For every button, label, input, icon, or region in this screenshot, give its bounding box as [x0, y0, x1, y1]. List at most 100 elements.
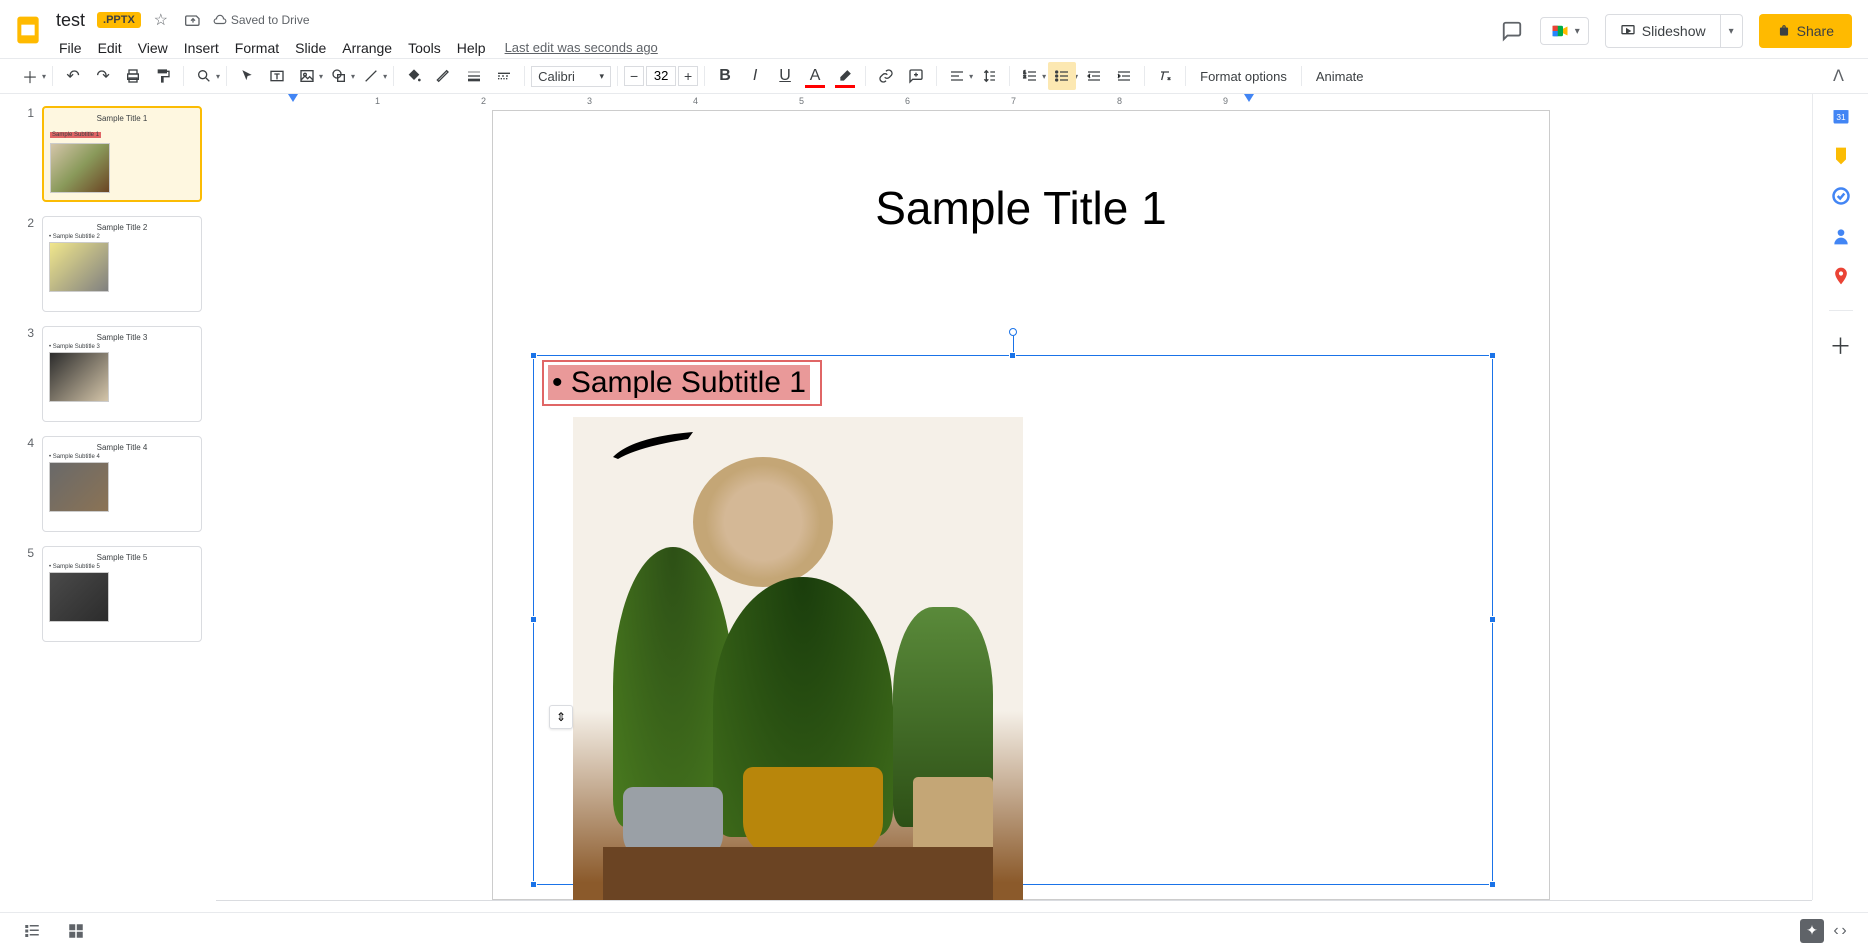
- thumb-preview[interactable]: Sample Title 3 • Sample Subtitle 3: [42, 326, 202, 422]
- clear-formatting-button[interactable]: [1151, 62, 1179, 90]
- bulleted-list-button[interactable]: [1048, 62, 1076, 90]
- share-button[interactable]: Share: [1759, 14, 1852, 48]
- keep-icon[interactable]: [1831, 146, 1851, 166]
- bold-button[interactable]: B: [711, 62, 739, 90]
- save-status[interactable]: Saved to Drive: [213, 13, 310, 27]
- thumb-preview[interactable]: Sample Title 1 Sample Subtitle 1: [42, 106, 202, 202]
- resize-handle-tl[interactable]: [530, 352, 537, 359]
- explore-button[interactable]: ✦: [1800, 919, 1824, 943]
- slide-image[interactable]: [573, 417, 1023, 900]
- format-options-button[interactable]: Format options: [1192, 69, 1295, 84]
- resize-handle-ml[interactable]: [530, 616, 537, 623]
- border-color-button[interactable]: [430, 62, 458, 90]
- border-weight-button[interactable]: [460, 62, 488, 90]
- insert-link-button[interactable]: [872, 62, 900, 90]
- slideshow-button[interactable]: Slideshow: [1605, 14, 1721, 48]
- increase-indent-button[interactable]: [1110, 62, 1138, 90]
- menu-format[interactable]: Format: [228, 36, 286, 60]
- slide-thumb-3[interactable]: 3 Sample Title 3 • Sample Subtitle 3: [24, 326, 208, 422]
- thumb-preview[interactable]: Sample Title 5 • Sample Subtitle 5: [42, 546, 202, 642]
- tasks-icon[interactable]: [1831, 186, 1851, 206]
- text-color-button[interactable]: A: [801, 62, 829, 90]
- slide-canvas[interactable]: Sample Title 1 • Sample Subtitle 1: [492, 110, 1550, 900]
- font-family-select[interactable]: Calibri▾: [531, 66, 611, 87]
- zoom-button[interactable]: [190, 62, 218, 90]
- thumb-title: Sample Title 1: [50, 114, 194, 123]
- numbered-list-button[interactable]: 12: [1016, 62, 1044, 90]
- calendar-icon[interactable]: 31: [1831, 106, 1851, 126]
- shape-tool[interactable]: [325, 62, 353, 90]
- decrease-indent-button[interactable]: [1080, 62, 1108, 90]
- menu-file[interactable]: File: [52, 36, 89, 60]
- resize-handle-tr[interactable]: [1489, 352, 1496, 359]
- fill-color-button[interactable]: [400, 62, 428, 90]
- border-dash-button[interactable]: [490, 62, 518, 90]
- canvas-area[interactable]: 1 2 3 4 5 6 7 8 9 Sample Title 1: [216, 94, 1812, 900]
- resize-handle-br[interactable]: [1489, 881, 1496, 888]
- last-edit-link[interactable]: Last edit was seconds ago: [505, 36, 658, 60]
- slide-thumb-4[interactable]: 4 Sample Title 4 • Sample Subtitle 4: [24, 436, 208, 532]
- collapse-toolbar-button[interactable]: ᐱ: [1833, 66, 1852, 86]
- star-icon[interactable]: ☆: [149, 8, 173, 32]
- filmstrip[interactable]: 1 Sample Title 1 Sample Subtitle 1 2 Sam…: [0, 94, 216, 900]
- contacts-icon[interactable]: [1831, 226, 1851, 246]
- font-size-input[interactable]: 32: [646, 66, 676, 86]
- menu-view[interactable]: View: [131, 36, 175, 60]
- slide-thumb-2[interactable]: 2 Sample Title 2 • Sample Subtitle 2: [24, 216, 208, 312]
- menu-arrange[interactable]: Arrange: [335, 36, 399, 60]
- paint-format-button[interactable]: [149, 62, 177, 90]
- undo-button[interactable]: ↶: [59, 62, 87, 90]
- hide-side-panel-button[interactable]: ›: [1832, 922, 1856, 940]
- slide-thumb-1[interactable]: 1 Sample Title 1 Sample Subtitle 1: [24, 106, 208, 202]
- grid-view-button[interactable]: [64, 922, 88, 940]
- add-addon-icon[interactable]: ＋: [1831, 335, 1851, 355]
- rotate-handle[interactable]: [1009, 328, 1017, 336]
- font-size-decrease[interactable]: −: [624, 66, 644, 86]
- insert-comment-button[interactable]: [902, 62, 930, 90]
- slideshow-group: Slideshow ▾: [1605, 14, 1743, 48]
- menu-tools[interactable]: Tools: [401, 36, 448, 60]
- resize-handle-bl[interactable]: [530, 881, 537, 888]
- indent-marker-right[interactable]: [1244, 94, 1254, 102]
- notes-resize-handle[interactable]: ⋯: [230, 892, 1812, 900]
- autofit-button[interactable]: ⇕: [549, 705, 573, 729]
- line-spacing-button[interactable]: [975, 62, 1003, 90]
- align-button[interactable]: [943, 62, 971, 90]
- menu-help[interactable]: Help: [450, 36, 493, 60]
- font-size-increase[interactable]: +: [678, 66, 698, 86]
- menu-slide[interactable]: Slide: [288, 36, 333, 60]
- menu-insert[interactable]: Insert: [177, 36, 226, 60]
- select-tool[interactable]: [233, 62, 261, 90]
- menu-edit[interactable]: Edit: [91, 36, 129, 60]
- move-icon[interactable]: [181, 8, 205, 32]
- filmstrip-view-button[interactable]: [20, 922, 44, 940]
- meet-button[interactable]: ▾: [1540, 17, 1589, 45]
- vertical-ruler[interactable]: [216, 110, 230, 900]
- print-button[interactable]: [119, 62, 147, 90]
- subtitle-highlighted[interactable]: • Sample Subtitle 1: [542, 360, 822, 406]
- resize-handle-mr[interactable]: [1489, 616, 1496, 623]
- maps-icon[interactable]: [1831, 266, 1851, 286]
- horizontal-ruler[interactable]: 1 2 3 4 5 6 7 8 9: [230, 94, 1812, 110]
- slideshow-dropdown[interactable]: ▾: [1721, 14, 1743, 48]
- slides-logo[interactable]: [8, 10, 48, 50]
- indent-marker-left[interactable]: [288, 94, 298, 102]
- thumb-preview[interactable]: Sample Title 4 • Sample Subtitle 4: [42, 436, 202, 532]
- slide-title[interactable]: Sample Title 1: [493, 181, 1549, 235]
- slide-thumb-5[interactable]: 5 Sample Title 5 • Sample Subtitle 5: [24, 546, 208, 642]
- redo-button[interactable]: ↷: [89, 62, 117, 90]
- thumb-preview[interactable]: Sample Title 2 • Sample Subtitle 2: [42, 216, 202, 312]
- toolbar: ＋ ▾ ↶ ↷ ▾ ▾ ▾ ▾ Calibri▾ − 32 + B I U A …: [0, 58, 1868, 94]
- underline-button[interactable]: U: [771, 62, 799, 90]
- animate-button[interactable]: Animate: [1308, 69, 1372, 84]
- doc-title[interactable]: test: [52, 10, 89, 31]
- image-tool[interactable]: [293, 62, 321, 90]
- comments-icon[interactable]: [1500, 19, 1524, 43]
- resize-handle-tm[interactable]: [1009, 352, 1016, 359]
- highlight-color-button[interactable]: [831, 62, 859, 90]
- line-tool[interactable]: [357, 62, 385, 90]
- new-slide-button[interactable]: ＋: [16, 62, 44, 90]
- textbox-tool[interactable]: [263, 62, 291, 90]
- thumb-image: [50, 143, 110, 193]
- italic-button[interactable]: I: [741, 62, 769, 90]
